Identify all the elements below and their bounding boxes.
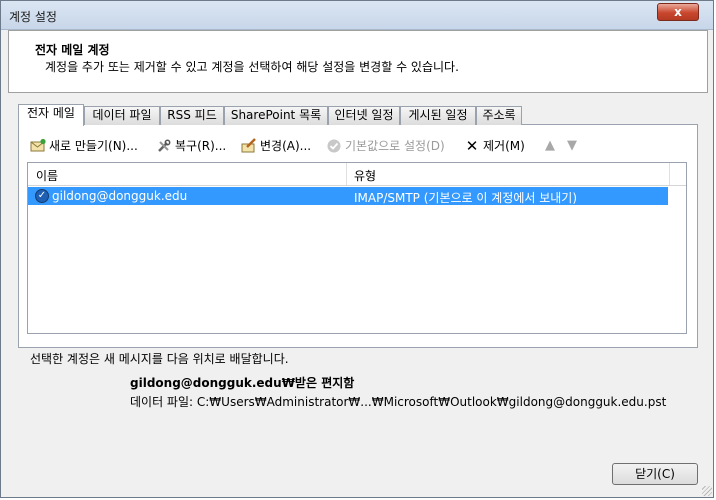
repair-button[interactable]: 복구(R)... <box>156 136 226 156</box>
arrow-down-icon: ▼ <box>567 138 577 153</box>
window-title: 계정 설정 <box>9 10 57 24</box>
move-up-button[interactable]: ▲ <box>542 136 561 156</box>
tab-sharepoint-lists[interactable]: SharePoint 목록 <box>224 106 328 125</box>
account-row[interactable]: ✓ gildong@dongguk.edu IMAP/SMTP (기본으로 이 … <box>28 187 668 205</box>
delivery-folder: gildong@dongguk.edu₩받은 편지함 <box>130 376 355 390</box>
page-title: 전자 메일 계정 <box>35 43 110 57</box>
column-divider <box>669 163 670 185</box>
set-default-label: 기본값으로 설정(D) <box>345 139 445 153</box>
column-header-name[interactable]: 이름 <box>36 167 58 184</box>
new-account-button[interactable]: 새로 만들기(N)... <box>30 136 138 156</box>
tab-data-files[interactable]: 데이터 파일 <box>84 106 160 125</box>
tools-icon <box>156 138 172 154</box>
column-header-type[interactable]: 유형 <box>354 167 376 184</box>
tab-rss-feeds[interactable]: RSS 피드 <box>160 106 224 125</box>
close-window-button[interactable]: x <box>657 3 699 21</box>
change-label: 변경(A)... <box>260 139 312 153</box>
delivery-label: 선택한 계정은 새 메시지를 다음 위치로 배달합니다. <box>30 352 289 366</box>
check-circle-icon <box>326 138 342 154</box>
account-type: IMAP/SMTP (기본으로 이 계정에서 보내기) <box>354 191 578 205</box>
tab-address-books[interactable]: 주소록 <box>476 106 522 125</box>
remove-label: 제거(M) <box>483 139 525 153</box>
change-icon <box>241 138 257 154</box>
account-list[interactable]: 이름 유형 ✓ gildong@dongguk.edu IMAP/SMTP (기… <box>27 162 687 334</box>
account-name: gildong@dongguk.edu <box>52 189 188 203</box>
move-down-button[interactable]: ▼ <box>564 136 583 156</box>
default-account-check-icon: ✓ <box>35 189 49 203</box>
arrow-up-icon: ▲ <box>545 138 555 153</box>
repair-label: 복구(R)... <box>175 139 227 153</box>
delivery-data-file: 데이터 파일: C:₩Users₩Administrator₩...₩Micro… <box>130 395 667 409</box>
tab-email[interactable]: 전자 메일 <box>18 104 84 126</box>
list-header: 이름 유형 <box>28 163 686 186</box>
x-icon: ✕ <box>465 137 479 155</box>
header-panel: 전자 메일 계정 계정을 추가 또는 제거할 수 있고 계정을 선택하여 해당 … <box>8 30 708 93</box>
title-bar[interactable]: 계정 설정 x <box>1 1 713 30</box>
set-default-button[interactable]: 기본값으로 설정(D) <box>326 136 445 156</box>
new-account-label: 새로 만들기(N)... <box>49 139 138 153</box>
new-mail-icon <box>30 138 46 154</box>
remove-button[interactable]: ✕ 제거(M) <box>464 136 525 156</box>
resize-grip[interactable] <box>702 486 712 496</box>
column-divider <box>346 163 347 185</box>
page-description: 계정을 추가 또는 제거할 수 있고 계정을 선택하여 해당 설정을 변경할 수… <box>45 60 459 74</box>
close-button[interactable]: 닫기(C) <box>612 463 698 485</box>
tab-published-calendars[interactable]: 게시된 일정 <box>400 106 476 125</box>
tab-internet-calendars[interactable]: 인터넷 일정 <box>328 106 400 125</box>
change-button[interactable]: 변경(A)... <box>241 136 311 156</box>
